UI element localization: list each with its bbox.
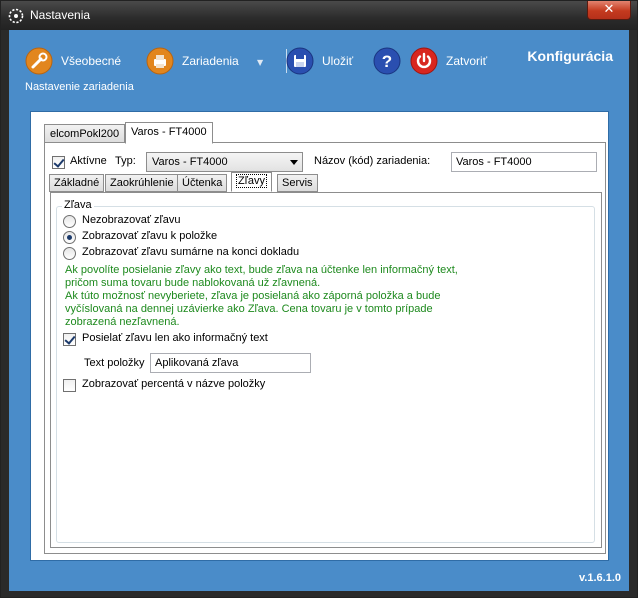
radio-no-discount[interactable] [63,215,76,228]
info-line: pričom suma tovaru bude nablokovaná už z… [65,277,321,289]
device-type-select[interactable]: Varos - FT4000 [146,152,303,172]
radio-no-discount-label: Nezobrazovať zľavu [82,214,181,226]
type-label: Typ: [115,155,136,167]
help-button[interactable]: ? [373,47,401,75]
devices-button[interactable]: Zariadenia [146,47,239,75]
tab-label: Základné [54,177,100,189]
active-label: Aktívne [70,155,107,167]
tab-label: Servis [282,177,313,189]
settings-panel: elcomPokl200 Varos - FT4000 Aktívne Typ:… [30,111,609,561]
tab-zaokruhlenie[interactable]: Zaokrúhlenie [105,174,179,192]
info-line: vyčíslovaná na dennej uzávierke ako Zľav… [65,303,433,315]
discount-group: Zľava Nezobrazovať zľavu Zobrazovať zľav… [56,199,595,543]
tab-zlavy[interactable]: Zľavy [231,172,273,192]
close-label: Zatvoriť [446,54,488,68]
chevron-down-icon [290,160,298,165]
discount-page: Zľava Nezobrazovať zľavu Zobrazovať zľav… [50,192,602,548]
device-type-value: Varos - FT4000 [152,156,228,168]
devices-dropdown-arrow-icon[interactable]: ▼ [257,58,263,67]
window-close-button[interactable]: ✕ [587,1,631,20]
tab-servis[interactable]: Servis [277,174,318,192]
main-area: Všeobecné Zariadenia ▼ Uložiť ? Zatvoriť… [9,30,629,591]
tab-label: elcomPokl200 [50,128,120,140]
info-line: zobrazená nezľavnená. [65,316,180,328]
radio-discount-per-item[interactable] [63,231,76,244]
radio-discount-summary[interactable] [63,247,76,260]
tab-label: Varos - FT4000 [131,126,207,138]
floppy-disk-icon [286,47,314,75]
save-label: Uložiť [322,54,354,68]
page-subtitle: Nastavenie zariadenia [25,81,134,93]
tab-device-elcompokl200[interactable]: elcomPokl200 [44,124,126,144]
info-line: Ak povolíte posielanie zľavy ako text, b… [65,264,458,276]
tab-device-varos-ft4000[interactable]: Varos - FT4000 [125,122,213,144]
info-line: Ak túto možnosť nevyberiete, zľava je po… [65,290,441,302]
device-name-input[interactable]: Varos - FT4000 [451,152,597,172]
devices-label: Zariadenia [182,54,239,68]
discount-group-title: Zľava [62,199,94,211]
radio-discount-summary-label: Zobrazovať zľavu sumárne na konci doklad… [82,246,300,258]
close-app-button[interactable]: Zatvoriť [410,47,487,75]
item-text-input[interactable]: Aplikovaná zľava [150,353,311,373]
power-icon [410,47,438,75]
version-label: v.1.6.1.0 [579,572,621,584]
app-settings-icon [8,8,24,24]
save-button[interactable]: Uložiť [286,47,353,75]
close-icon: ✕ [603,2,615,17]
general-button[interactable]: Všeobecné [25,47,121,75]
settings-window: Nastavenia ✕ Všeobecné Zariadenia ▼ Ulož… [0,0,638,598]
wrench-icon [25,47,53,75]
radio-discount-per-item-label: Zobrazovať zľavu k položke [82,230,218,242]
brand-title: Konfigurácia [527,48,613,64]
discount-info-text: Ak povolíte posielanie zľavy ako text, b… [65,264,590,329]
send-as-text-checkbox[interactable] [63,333,76,346]
device-page: Aktívne Typ: Varos - FT4000 Názov (kód) … [44,142,606,554]
window-title: Nastavenia [30,8,91,22]
printer-icon [146,47,174,75]
show-percent-label: Zobrazovať percentá v názve položky [82,378,266,390]
active-checkbox[interactable] [52,156,65,169]
help-question-icon: ? [373,47,401,75]
device-name-label: Názov (kód) zariadenia: [314,155,431,167]
tab-label: Účtenka [182,177,223,189]
general-label: Všeobecné [61,54,122,68]
tab-uctenka[interactable]: Účtenka [177,174,228,192]
send-as-text-label: Posielať zľavu len ako informačný text [82,332,268,344]
item-text-label: Text položky [84,357,145,369]
svg-text:?: ? [382,52,392,71]
sub-tab-strip: Základné Zaokrúhlenie Účtenka Zľavy Serv… [49,172,599,194]
show-percent-checkbox[interactable] [63,379,76,392]
title-bar[interactable]: Nastavenia ✕ [1,1,637,30]
tab-label: Zľavy [236,174,268,188]
tab-zakladne[interactable]: Základné [49,174,105,192]
tab-label: Zaokrúhlenie [110,177,174,189]
